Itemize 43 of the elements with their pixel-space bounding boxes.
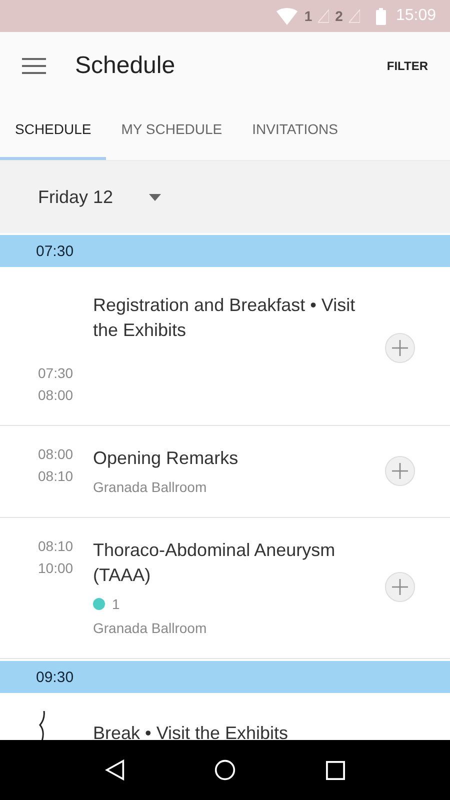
- session-row[interactable]: 07:30 08:00 Registration and Breakfast • Visit the Exhibits: [0, 267, 450, 426]
- location-label: Granada Ballroom: [93, 479, 208, 495]
- battery-icon: [376, 8, 386, 24]
- session-row[interactable]: 08:10 10:00 Thoraco-Abdominal Aneurysm (TAAA) 1 Granada Ballroom: [0, 518, 450, 659]
- signal-icon: [318, 9, 330, 23]
- signal-icon: [348, 9, 360, 23]
- end-time: 10:00: [38, 560, 74, 576]
- count-label: 1: [112, 596, 120, 612]
- session-title: Break • Visit the Exhibits: [93, 722, 290, 740]
- session-title: Thoraco-Abdominal Aneurysm (TAAA): [93, 539, 336, 587]
- menu-icon[interactable]: [22, 57, 46, 75]
- sim-label: 2: [335, 8, 343, 24]
- time-label: 07:30: [36, 242, 74, 260]
- plus-icon: [392, 340, 408, 356]
- session-title: Registration and Breakfast • Visit the Exhibits: [93, 294, 356, 342]
- clock: 15:09: [396, 7, 436, 25]
- sim-label: 1: [304, 8, 312, 24]
- session-row[interactable]: Break • Visit the Exhibits: [0, 693, 450, 740]
- wifi-icon: [276, 8, 298, 24]
- tab[interactable]: MY SCHEDULE: [106, 100, 238, 160]
- time-label: 09:30: [36, 668, 74, 686]
- plus-icon: [392, 462, 408, 478]
- start-time: 07:30: [38, 365, 74, 381]
- day-dropdown[interactable]: Friday 12: [26, 180, 174, 214]
- screen-title: Schedule: [75, 52, 176, 80]
- location-label: Granada Ballroom: [93, 620, 208, 636]
- recents-icon[interactable]: [326, 760, 346, 780]
- tab[interactable]: INVITATIONS: [237, 100, 353, 160]
- end-time: 08:10: [38, 468, 74, 484]
- session-title: Opening Remarks: [93, 447, 240, 470]
- add-button[interactable]: [385, 333, 415, 363]
- add-button[interactable]: [385, 456, 415, 486]
- plus-icon: [392, 579, 408, 595]
- start-time: 08:10: [38, 538, 74, 554]
- end-time: 08:00: [38, 387, 74, 403]
- session-row[interactable]: 08:00 08:10 Opening Remarks Granada Ballroom: [0, 426, 450, 518]
- squiggle-icon: [38, 711, 48, 740]
- dropdown-caret-icon: [149, 194, 162, 200]
- add-button[interactable]: [385, 572, 415, 602]
- back-icon[interactable]: [104, 759, 125, 781]
- start-time: 08:00: [38, 446, 74, 462]
- filter-button[interactable]: FILTER: [386, 55, 428, 77]
- home-icon[interactable]: [214, 759, 236, 781]
